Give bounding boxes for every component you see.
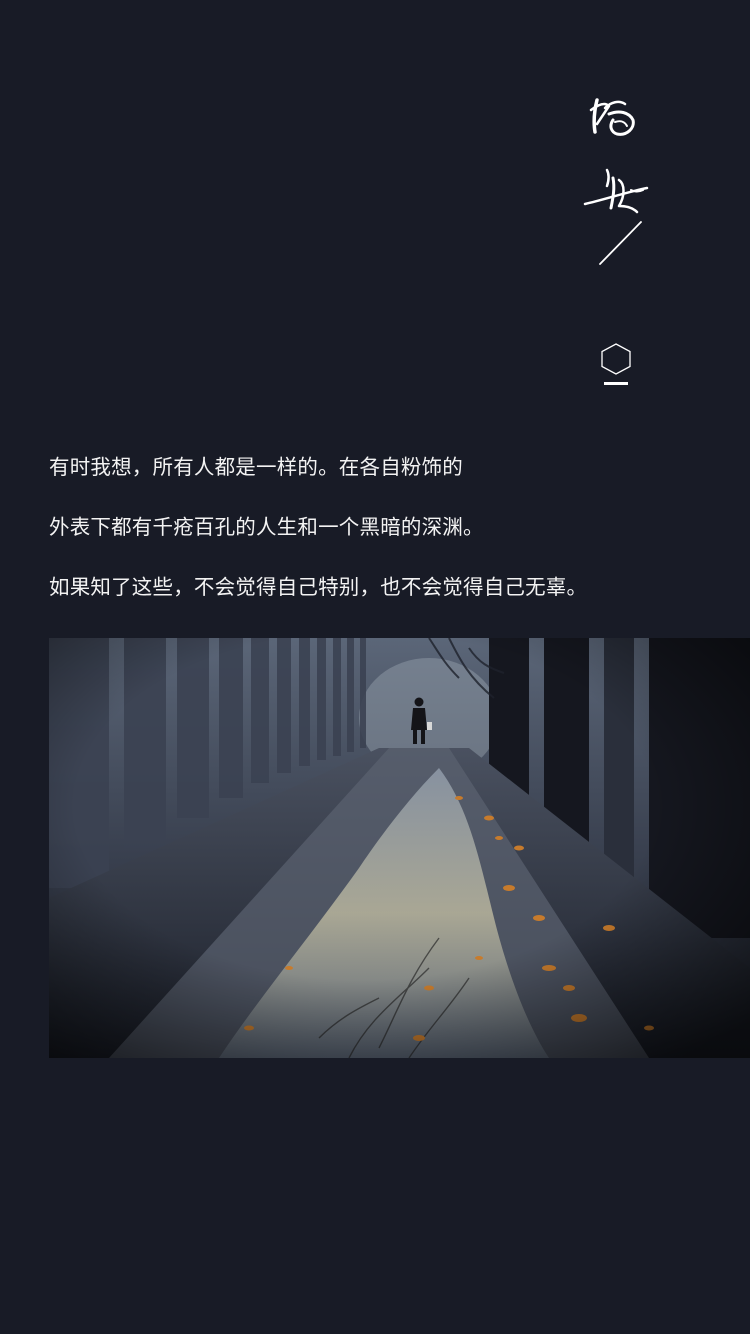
poem-block: 有时我想，所有人都是一样的。在各自粉饰的 外表下都有千疮百孔的人生和一个黑暗的深…	[49, 453, 729, 601]
rainy-avenue-photo	[49, 638, 750, 1058]
hexagon-underline	[604, 382, 628, 385]
poem-line-3: 如果知了这些，不会觉得自己特别，也不会觉得自己无辜。	[49, 575, 588, 599]
hexagon-icon	[601, 343, 631, 375]
poem-line-1: 有时我想，所有人都是一样的。在各自粉饰的	[49, 455, 463, 479]
calligraphy-signature	[583, 98, 649, 265]
poem-line-2: 外表下都有千疮百孔的人生和一个黑暗的深渊。	[49, 515, 484, 539]
